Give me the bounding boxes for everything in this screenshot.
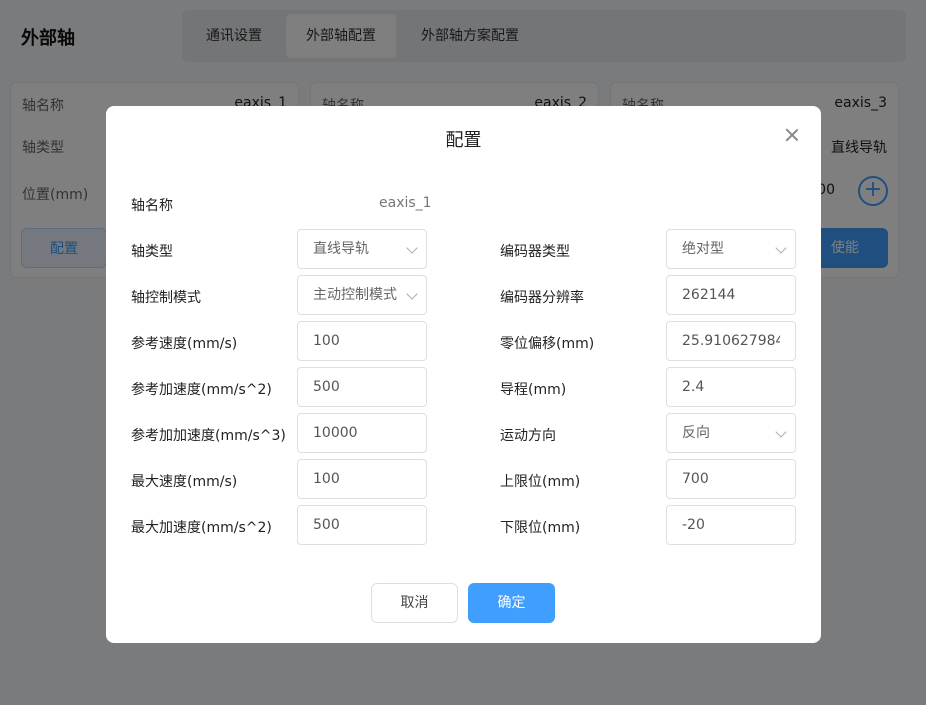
right-field-value: 绝对型 — [682, 241, 724, 257]
left-input[interactable]: 500 — [297, 505, 427, 545]
config-dialog: 配置 轴名称 eaxis_1 轴类型 直线导轨轴控制模式 主动控制模式参考速度(mm… — [106, 106, 821, 643]
chevron-down-icon — [406, 288, 418, 300]
right-field-label: 编码器分辨率 — [500, 290, 584, 306]
left-field-value: 500 — [313, 517, 340, 533]
left-field-label: 参考加速度(mm/s^2) — [131, 382, 272, 398]
chevron-down-icon — [775, 242, 787, 254]
left-field-label: 轴控制模式 — [131, 290, 201, 306]
chevron-down-icon — [775, 426, 787, 438]
left-select[interactable]: 主动控制模式 — [297, 275, 427, 315]
chevron-down-icon — [406, 242, 418, 254]
right-input[interactable]: 2.4 — [666, 367, 796, 407]
right-select[interactable]: 反向 — [666, 413, 796, 453]
confirm-button[interactable]: 确定 — [468, 583, 555, 623]
right-field-value: 262144 — [682, 287, 736, 303]
left-field-label: 轴类型 — [131, 244, 173, 260]
axis-name-value: eaxis_1 — [379, 195, 432, 211]
left-field-label: 最大加速度(mm/s^2) — [131, 520, 272, 536]
axis-name-label: 轴名称 — [131, 198, 173, 214]
left-input[interactable]: 500 — [297, 367, 427, 407]
left-input[interactable]: 100 — [297, 459, 427, 499]
close-icon[interactable] — [783, 126, 801, 144]
right-field-value: 2.4 — [682, 379, 705, 395]
left-select[interactable]: 直线导轨 — [297, 229, 427, 269]
left-field-label: 参考加加速度(mm/s^3) — [131, 428, 286, 444]
left-field-value: 100 — [313, 471, 340, 487]
left-field-label: 参考速度(mm/s) — [131, 336, 238, 352]
right-input[interactable]: 700 — [666, 459, 796, 499]
right-field-label: 运动方向 — [500, 428, 556, 444]
cancel-button[interactable]: 取消 — [371, 583, 458, 623]
right-input[interactable]: -20 — [666, 505, 796, 545]
right-field-value: 700 — [682, 471, 709, 487]
left-field-label: 最大速度(mm/s) — [131, 474, 238, 490]
left-field-value: 直线导轨 — [313, 241, 369, 257]
right-field-label: 下限位(mm) — [500, 520, 581, 536]
right-field-value: 反向 — [682, 425, 710, 441]
left-field-value: 500 — [313, 379, 340, 395]
left-field-value: 10000 — [313, 425, 358, 441]
right-field-label: 零位偏移(mm) — [500, 336, 595, 352]
left-field-value: 100 — [313, 333, 340, 349]
left-input[interactable]: 100 — [297, 321, 427, 361]
right-select[interactable]: 绝对型 — [666, 229, 796, 269]
left-field-value: 主动控制模式 — [313, 287, 397, 303]
right-field-value: 25.9106279849 — [682, 333, 780, 349]
right-input[interactable]: 25.9106279849 — [666, 321, 796, 361]
right-field-label: 导程(mm) — [500, 382, 567, 398]
right-field-label: 编码器类型 — [500, 244, 570, 260]
dialog-title: 配置 — [445, 130, 482, 151]
right-field-value: -20 — [682, 517, 705, 533]
left-input[interactable]: 10000 — [297, 413, 427, 453]
right-field-label: 上限位(mm) — [500, 474, 581, 490]
right-input[interactable]: 262144 — [666, 275, 796, 315]
